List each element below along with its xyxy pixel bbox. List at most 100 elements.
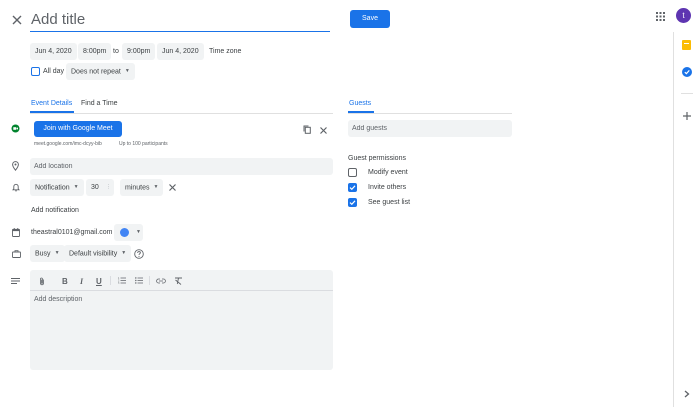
- notification-unit-dropdown[interactable]: minutes ▼: [120, 179, 164, 196]
- visibility-help-button[interactable]: [133, 248, 144, 259]
- remove-meet-button[interactable]: [318, 125, 328, 135]
- underline-icon: U: [96, 277, 102, 286]
- notification-amount-value: 30: [91, 184, 99, 191]
- tab-event-details[interactable]: Event Details: [31, 100, 72, 107]
- availability-dropdown[interactable]: Busy ▼: [30, 245, 65, 262]
- to-separator: to: [113, 48, 119, 55]
- numbered-list-button[interactable]: 123: [118, 277, 126, 286]
- checkmark-icon: [349, 200, 356, 206]
- bold-icon: B: [62, 277, 68, 286]
- svg-text:3: 3: [118, 282, 120, 284]
- save-button[interactable]: Save: [350, 10, 390, 28]
- caret-down-icon: ▼: [153, 184, 159, 190]
- caret-down-icon: ▼: [73, 184, 79, 190]
- event-color-dropdown[interactable]: ▼: [114, 224, 143, 241]
- title-input[interactable]: [30, 8, 330, 32]
- guests-divider: [348, 113, 512, 114]
- guest-permissions-title: Guest permissions: [348, 155, 406, 162]
- join-meet-button[interactable]: Join with Google Meet: [34, 121, 122, 137]
- attachment-button[interactable]: [39, 277, 45, 288]
- bell-icon: [12, 183, 20, 192]
- end-date-button[interactable]: Jun 4, 2020: [157, 43, 204, 60]
- close-icon: [12, 15, 22, 25]
- clear-formatting-icon: [175, 277, 182, 285]
- side-panel: [673, 32, 700, 407]
- attachment-icon: [40, 277, 44, 286]
- numbered-list-icon: 123: [118, 277, 126, 285]
- copy-icon: [303, 125, 311, 134]
- apps-grid-icon: [655, 11, 665, 21]
- add-guests-input[interactable]: [348, 120, 512, 137]
- location-input[interactable]: [30, 158, 333, 175]
- toolbar-separator: [149, 276, 150, 285]
- notification-unit-value: minutes: [125, 184, 150, 192]
- underline-button[interactable]: U: [96, 277, 102, 286]
- description-lines-icon: [11, 278, 20, 284]
- repeat-dropdown[interactable]: Does not repeat ▼: [66, 63, 135, 80]
- caret-down-icon: ▼: [121, 250, 127, 256]
- permission-invite-others-label: Invite others: [368, 184, 407, 191]
- close-icon: [168, 183, 176, 191]
- remove-notification-button[interactable]: [167, 182, 177, 192]
- stepper-icon: ⋮: [106, 184, 111, 190]
- add-notification-link[interactable]: Add notification: [31, 207, 79, 214]
- caret-down-icon: ▼: [54, 250, 60, 256]
- tabs-divider: [30, 113, 333, 114]
- bulleted-list-icon: [135, 277, 143, 284]
- event-color-swatch: [120, 228, 129, 237]
- meet-link[interactable]: meet.google.com/imc-dcyy-bib: [34, 141, 102, 147]
- tasks-icon[interactable]: [682, 67, 692, 77]
- calendar-owner: theastral0101@gmail.com: [31, 229, 113, 236]
- repeat-value: Does not repeat: [71, 68, 121, 76]
- permission-see-guest-list-label: See guest list: [368, 199, 411, 206]
- expand-panel-button[interactable]: [681, 388, 693, 400]
- checkmark-icon: [349, 185, 356, 191]
- italic-icon: I: [80, 277, 84, 286]
- bulleted-list-button[interactable]: [135, 277, 143, 286]
- location-pin-icon: [12, 161, 19, 171]
- meet-participants: Up to 100 participants: [119, 141, 168, 147]
- calendar-icon: [12, 228, 20, 237]
- avatar[interactable]: t: [676, 8, 691, 23]
- clear-formatting-button[interactable]: [174, 277, 183, 287]
- toolbar-separator: [110, 276, 111, 285]
- bold-button[interactable]: B: [62, 277, 68, 286]
- insert-link-button[interactable]: [156, 277, 166, 286]
- caret-down-icon: ▼: [136, 229, 141, 235]
- copy-meet-button[interactable]: [302, 124, 312, 135]
- help-icon: [133, 248, 144, 259]
- plus-icon: [683, 112, 691, 120]
- all-day-label: All day: [43, 68, 65, 75]
- tab-guests[interactable]: Guests: [349, 100, 371, 107]
- permission-invite-others-checkbox[interactable]: [348, 183, 357, 192]
- all-day-checkbox[interactable]: [31, 67, 40, 76]
- apps-grid-button[interactable]: [652, 9, 668, 23]
- chevron-right-icon: [684, 390, 690, 398]
- notification-type-value: Notification: [35, 184, 70, 192]
- notification-type-dropdown[interactable]: Notification ▼: [30, 179, 84, 196]
- link-icon: [156, 278, 166, 284]
- notification-amount-input[interactable]: 30 ⋮: [86, 179, 114, 196]
- description-placeholder: Add description: [34, 296, 83, 303]
- editor-toolbar-divider: [30, 290, 333, 291]
- visibility-value: Default visibility: [69, 250, 118, 258]
- add-addon-button[interactable]: [681, 110, 693, 122]
- permission-modify-event-label: Modify event: [368, 169, 408, 176]
- visibility-dropdown[interactable]: Default visibility ▼: [64, 245, 132, 262]
- briefcase-icon: [12, 250, 21, 258]
- caret-down-icon: ▼: [124, 68, 130, 74]
- permission-see-guest-list-checkbox[interactable]: [348, 198, 357, 207]
- close-button[interactable]: [9, 12, 25, 28]
- keep-icon[interactable]: [682, 40, 691, 50]
- start-date-button[interactable]: Jun 4, 2020: [30, 43, 77, 60]
- start-time-button[interactable]: 8:00pm: [78, 43, 112, 60]
- availability-value: Busy: [35, 250, 51, 258]
- meet-icon: [11, 124, 20, 133]
- permission-modify-event-checkbox[interactable]: [348, 168, 357, 177]
- close-icon: [319, 126, 327, 134]
- timezone-button[interactable]: Time zone: [209, 48, 241, 55]
- side-panel-divider: [681, 93, 693, 94]
- italic-button[interactable]: I: [80, 277, 83, 286]
- end-time-button[interactable]: 9:00pm: [122, 43, 156, 60]
- tab-find-a-time[interactable]: Find a Time: [81, 100, 118, 107]
